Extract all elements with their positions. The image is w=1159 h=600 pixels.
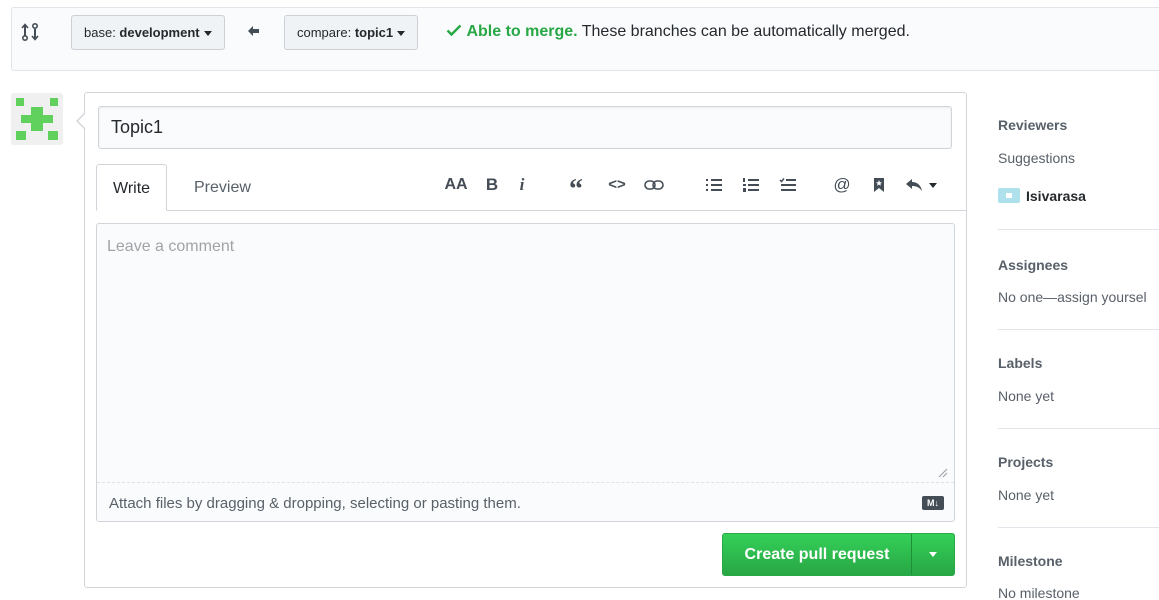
reviewers-suggestions-label: Suggestions: [998, 150, 1076, 166]
heading-button[interactable]: AA: [444, 172, 468, 198]
compare-branch-prefix: compare:: [297, 25, 355, 40]
bulleted-list-icon: [706, 179, 722, 191]
projects-value: None yet: [998, 487, 1055, 503]
merge-status: Able to merge. These branches can be aut…: [446, 23, 910, 41]
chevron-down-icon: [203, 31, 212, 37]
resize-grip-icon[interactable]: [938, 468, 948, 478]
file-attach-bar[interactable]: Attach files by dragging & dropping, sel…: [97, 482, 954, 522]
comment-box: Attach files by dragging & dropping, sel…: [96, 223, 955, 522]
chevron-down-icon: [929, 552, 937, 557]
labels-heading[interactable]: Labels: [998, 355, 1042, 371]
bookmark-icon: [874, 178, 884, 192]
base-branch-select[interactable]: base: development: [71, 15, 225, 50]
compare-branch-value: topic1: [354, 25, 394, 40]
code-button[interactable]: <>: [606, 172, 628, 198]
attach-files-text: Attach files by dragging & dropping, sel…: [109, 495, 521, 512]
milestone-heading[interactable]: Milestone: [998, 553, 1063, 569]
task-list-button[interactable]: [778, 172, 798, 198]
compare-arrows-icon: [21, 22, 39, 42]
italic-button[interactable]: i: [515, 172, 529, 198]
create-pull-request-button[interactable]: Create pull request: [723, 534, 911, 575]
saved-reply-button[interactable]: [871, 172, 887, 198]
merge-status-label: Able to merge.: [466, 23, 578, 40]
link-icon: [644, 180, 664, 190]
tab-write[interactable]: Write: [96, 164, 168, 211]
reviewers-heading[interactable]: Reviewers: [998, 117, 1067, 133]
chevron-down-icon: [929, 183, 938, 188]
bold-button[interactable]: B: [484, 172, 500, 198]
suggested-reviewer-name: Isivarasa: [1026, 188, 1086, 204]
avatar: [998, 188, 1020, 203]
sidebar-divider: [998, 428, 1159, 429]
comment-textarea[interactable]: [97, 224, 954, 482]
base-branch-prefix: base:: [84, 25, 120, 40]
title-input[interactable]: [98, 106, 952, 149]
quote-button[interactable]: “: [566, 172, 586, 205]
form-pointer-inner: [78, 114, 85, 128]
reply-icon: [905, 179, 922, 191]
avatar[interactable]: [11, 93, 63, 145]
assignees-heading[interactable]: Assignees: [998, 257, 1068, 273]
labels-value: None yet: [998, 388, 1055, 404]
projects-heading[interactable]: Projects: [998, 454, 1053, 470]
assignees-value[interactable]: No one—assign yoursel: [998, 289, 1147, 305]
sidebar-divider: [998, 329, 1159, 330]
markdown-icon[interactable]: M↓: [922, 496, 944, 510]
compare-branch-select[interactable]: compare: topic1: [284, 15, 419, 50]
reply-button[interactable]: [904, 172, 938, 198]
tab-preview[interactable]: Preview: [178, 164, 267, 211]
link-button[interactable]: [643, 172, 665, 198]
numbered-list-button[interactable]: [741, 172, 761, 198]
chevron-down-icon: [397, 31, 406, 37]
create-pull-request-options-button[interactable]: [911, 534, 954, 575]
check-icon: [446, 24, 462, 37]
sidebar-divider: [998, 527, 1159, 528]
numbered-list-icon: [743, 178, 759, 192]
merge-status-description: These branches can be automatically merg…: [581, 23, 910, 40]
bulleted-list-button[interactable]: [704, 172, 724, 198]
sidebar-divider: [998, 229, 1159, 230]
base-branch-value: development: [119, 25, 200, 40]
task-list-icon: [779, 178, 796, 191]
arrow-left-icon: [248, 26, 259, 36]
mention-button[interactable]: @: [831, 172, 853, 198]
milestone-value: No milestone: [998, 585, 1080, 600]
create-pull-request-button-group: Create pull request: [722, 533, 955, 576]
